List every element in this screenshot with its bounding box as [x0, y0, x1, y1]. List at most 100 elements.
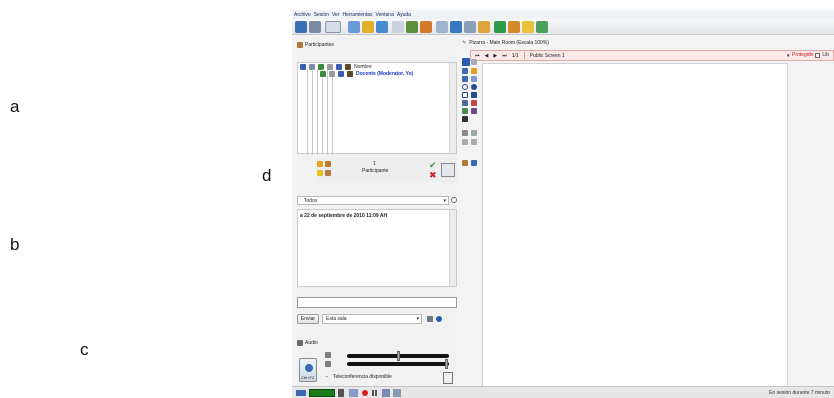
away-icon[interactable]	[325, 161, 331, 167]
screen-name[interactable]: Public Screen 1	[530, 53, 565, 59]
label-b: b	[10, 235, 20, 254]
participant-count-panel: 1 Participante ✔ ✖	[317, 158, 457, 182]
column-name[interactable]: Nombre	[354, 64, 372, 70]
whiteboard-canvas[interactable]	[482, 63, 788, 391]
tool-icon[interactable]	[436, 21, 448, 33]
record-icon[interactable]	[420, 21, 432, 33]
clock-icon[interactable]	[451, 197, 457, 203]
emoticon-icon[interactable]	[318, 64, 324, 70]
menu-herramientas[interactable]: Herramientas	[343, 12, 373, 18]
chat-filter-select[interactable]: Todos ▾	[297, 196, 449, 205]
line-icon[interactable]	[462, 100, 468, 106]
mic-level-icon	[325, 361, 331, 367]
undo-icon[interactable]	[462, 139, 468, 145]
pen-icon	[329, 71, 335, 77]
filled-ellipse-icon[interactable]	[471, 84, 477, 90]
exit-door-icon[interactable]	[441, 163, 455, 177]
group-icon[interactable]	[478, 21, 490, 33]
screen-icon	[349, 389, 358, 397]
talk-button[interactable]: Ctrl+F2	[299, 358, 317, 382]
save-icon[interactable]	[295, 21, 307, 33]
textbox-icon[interactable]	[471, 76, 477, 82]
highlighter-icon[interactable]	[471, 68, 477, 74]
selector-icon[interactable]	[462, 58, 470, 66]
participants-title: Participantes	[305, 42, 334, 48]
zoom-icon[interactable]	[462, 130, 468, 136]
print-icon[interactable]	[309, 21, 321, 33]
chat-input[interactable]	[297, 297, 457, 308]
clipart-icon[interactable]	[471, 108, 477, 114]
network-icon	[382, 389, 390, 397]
pointer-icon[interactable]	[471, 59, 477, 65]
fit-icon[interactable]	[471, 130, 477, 136]
mic-volume-slider[interactable]	[347, 362, 449, 366]
bandwidth-meter	[309, 389, 335, 397]
protect-label: Protegido	[792, 52, 814, 58]
chat-message: a 22 de septiembre de 2010 11:09 AH	[300, 213, 388, 219]
next-page-icon[interactable]: ▶	[493, 53, 497, 59]
chat-scrollbar[interactable]	[449, 210, 456, 286]
protect-control: Protegido Lib	[792, 52, 829, 58]
status-icon[interactable]	[300, 64, 306, 70]
rectangle-icon[interactable]	[462, 92, 468, 98]
emoji-icon[interactable]	[427, 316, 433, 322]
send-dot-icon[interactable]	[436, 316, 442, 322]
chat-filter-value: Todos	[304, 197, 318, 204]
share-screen-icon[interactable]	[348, 21, 360, 33]
record-indicator-icon[interactable]	[362, 390, 368, 396]
folder-icon[interactable]	[362, 21, 374, 33]
person-icon[interactable]	[345, 64, 351, 70]
breakout-icon[interactable]	[406, 21, 418, 33]
participants-header: Participantes	[297, 42, 334, 48]
pen-tool-icon[interactable]	[462, 68, 468, 74]
speaker-slider-thumb[interactable]	[397, 351, 400, 361]
whiteboard-header: ✎ Pizarra - Main Room (Escala 100%)	[462, 40, 549, 46]
text-tool-icon[interactable]	[462, 76, 468, 82]
users-icon[interactable]	[464, 21, 476, 33]
chevron-down-icon[interactable]: ▾	[787, 53, 790, 59]
participant-row[interactable]: Docente (Moderator, Yo)	[320, 71, 413, 77]
smile-icon[interactable]	[317, 170, 323, 176]
teleconference-label: Teleconferencia disponible	[333, 374, 392, 380]
menu-ventana[interactable]: Ventana	[376, 12, 394, 18]
exit-icon[interactable]	[536, 21, 548, 33]
ellipse-icon[interactable]	[462, 84, 468, 90]
menu-sesion[interactable]: Sesión	[314, 12, 329, 18]
import-icon[interactable]	[471, 160, 477, 166]
deny-icon[interactable]: ✖	[429, 170, 437, 181]
pause-icon[interactable]	[372, 390, 377, 396]
whiteboard-nav-bar: ⏮ ◀ ▶ ⏭ 1/1 Public Screen 1 ▾	[470, 50, 834, 61]
filled-rectangle-icon[interactable]	[471, 92, 477, 98]
table-icon[interactable]	[462, 116, 468, 122]
speaker-icon	[325, 352, 331, 358]
layout-dropdown-icon[interactable]	[325, 21, 341, 33]
open-file-icon[interactable]	[462, 160, 468, 166]
menu-archivo[interactable]: Archivo	[294, 12, 311, 18]
image-icon[interactable]	[462, 108, 468, 114]
mic-icon[interactable]	[336, 64, 342, 70]
globe-icon[interactable]	[494, 21, 506, 33]
protect-checkbox[interactable]	[815, 52, 821, 58]
help-icon[interactable]	[522, 21, 534, 33]
raise-hand-icon[interactable]	[317, 161, 323, 167]
participant-count: 1	[373, 161, 376, 167]
poll-icon[interactable]	[392, 21, 404, 33]
user-icon[interactable]	[450, 21, 462, 33]
prev-page-icon[interactable]: ◀	[485, 53, 489, 59]
participants-scrollbar[interactable]	[449, 63, 456, 153]
thumbs-icon[interactable]	[325, 170, 331, 176]
phone-settings-icon[interactable]	[443, 372, 453, 384]
webcam-icon[interactable]	[376, 21, 388, 33]
redo-icon[interactable]	[471, 139, 477, 145]
users-status-icon	[393, 389, 401, 397]
phone-icon: ¬	[325, 374, 328, 380]
menu-ver[interactable]: Ver	[332, 12, 340, 18]
room-select[interactable]: Esta sala ▾	[322, 314, 422, 324]
menu-ayuda[interactable]: Ayuda	[397, 12, 411, 18]
mic-slider-thumb[interactable]	[445, 359, 448, 369]
arrow-icon[interactable]	[471, 100, 477, 106]
send-button[interactable]: Enviar	[297, 314, 319, 324]
timer-icon[interactable]	[508, 21, 520, 33]
last-page-icon[interactable]: ⏭	[502, 53, 507, 59]
audio-icon	[297, 340, 303, 346]
